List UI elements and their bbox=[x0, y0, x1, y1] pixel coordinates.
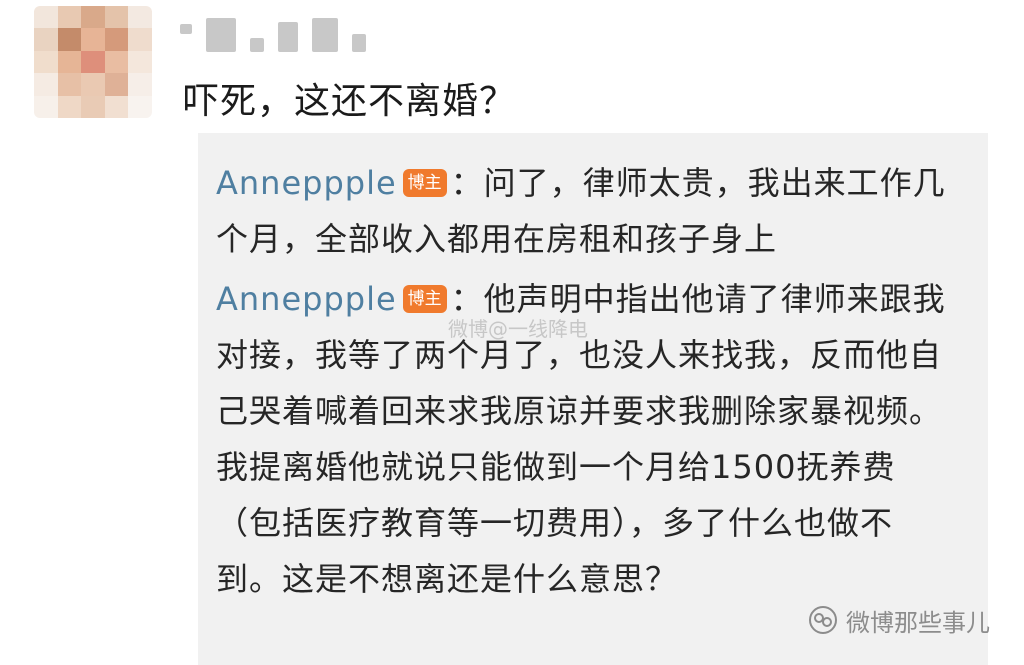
reply-item: Anneppple 博主 ：问了，律师太贵，我出来工作几个月，全部收入都用在房租和孩… bbox=[216, 155, 956, 267]
reply-author-link[interactable]: Anneppple bbox=[216, 280, 397, 318]
blurred-username[interactable] bbox=[180, 12, 366, 52]
avatar[interactable] bbox=[34, 6, 152, 118]
author-badge: 博主 bbox=[402, 285, 447, 313]
author-badge: 博主 bbox=[402, 169, 447, 197]
reply-box: Anneppple 博主 ：问了，律师太贵，我出来工作几个月，全部收入都用在房租和孩… bbox=[198, 133, 988, 665]
reply-author-link[interactable]: Anneppple bbox=[216, 164, 397, 202]
watermark-brand-text: 微博那些事儿 bbox=[846, 608, 990, 637]
watermark-text: 微博@一线降电 bbox=[448, 317, 588, 341]
screenshot-page: 吓死，这还不离婚？ Anneppple 博主 ：问了，律师太贵，我出来工作几个月，全… bbox=[0, 0, 1024, 665]
comment-text: 吓死，这还不离婚？ bbox=[183, 81, 517, 122]
watermark-logo: 微博那些事儿 bbox=[808, 602, 990, 638]
wechat-official-account-icon bbox=[808, 605, 838, 635]
